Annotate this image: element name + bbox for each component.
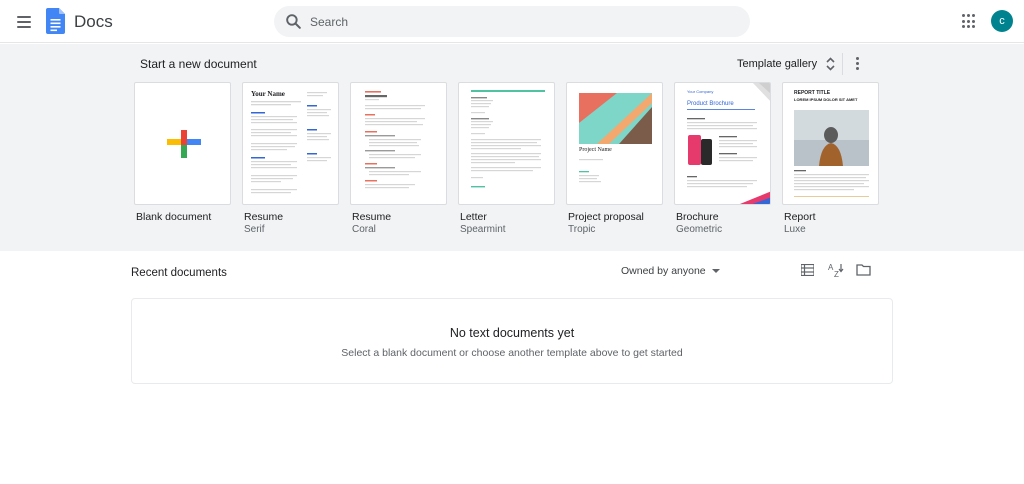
empty-state-subtitle: Select a blank document or choose anothe… xyxy=(341,347,683,359)
docs-logo-icon[interactable] xyxy=(46,8,65,34)
thumb-heading: Product Brochure xyxy=(687,101,734,107)
avatar[interactable]: c xyxy=(991,10,1013,32)
divider xyxy=(842,53,843,75)
app-title[interactable]: Docs xyxy=(74,12,113,32)
template-gallery-label: Template gallery xyxy=(737,58,818,70)
thumb-heading: Project Name xyxy=(579,147,612,153)
caret-down-icon xyxy=(711,269,720,273)
template-thumbnail[interactable] xyxy=(350,82,447,205)
template-name: Resume xyxy=(352,211,392,223)
unfold-icon xyxy=(826,57,835,71)
hamburger-icon[interactable] xyxy=(12,10,36,34)
apps-grid-icon[interactable] xyxy=(962,14,977,29)
template-name: Report xyxy=(784,211,816,223)
sort-az-icon[interactable]: A Z xyxy=(828,262,844,278)
owner-filter-label: Owned by anyone xyxy=(621,265,706,277)
template-name: Resume xyxy=(244,211,284,223)
template-thumbnail[interactable]: Your Company Product Brochure xyxy=(674,82,771,205)
svg-text:Z: Z xyxy=(834,270,839,278)
template-thumbnail[interactable]: Your Name xyxy=(242,82,339,205)
owner-filter-dropdown[interactable]: Owned by anyone xyxy=(621,264,720,278)
template-name: Blank document xyxy=(136,211,212,223)
recent-documents-title: Recent documents xyxy=(131,267,227,279)
template-subtitle: Spearmint xyxy=(460,224,506,235)
folder-icon[interactable] xyxy=(856,264,871,276)
template-thumbnail[interactable] xyxy=(134,82,231,205)
empty-state-card: No text documents yet Select a blank doc… xyxy=(131,298,893,384)
template-subtitle: Luxe xyxy=(784,224,806,235)
thumb-company: Your Company xyxy=(687,89,714,94)
search-bar[interactable] xyxy=(274,6,750,37)
template-gallery-button[interactable]: Template gallery xyxy=(737,55,835,73)
top-bar: Docs c xyxy=(0,0,1024,43)
template-subtitle: Tropic xyxy=(568,224,596,235)
search-icon[interactable] xyxy=(284,12,303,31)
template-subtitle: Coral xyxy=(352,224,376,235)
section-title: Start a new document xyxy=(140,57,257,71)
template-section: Start a new document Template gallery Bl… xyxy=(0,44,1024,251)
template-subtitle: Serif xyxy=(244,224,265,235)
template-name: Brochure xyxy=(676,211,719,223)
thumb-subheading: LOREM IPSUM DOLOR SIT AMET xyxy=(794,97,858,102)
plus-icon xyxy=(167,130,201,158)
template-thumbnail[interactable] xyxy=(458,82,555,205)
more-vert-icon[interactable] xyxy=(852,55,862,71)
template-name: Project proposal xyxy=(568,211,644,223)
thumb-heading: Your Name xyxy=(251,90,285,98)
template-subtitle: Geometric xyxy=(676,224,723,235)
thumb-heading: REPORT TITLE xyxy=(794,90,831,96)
template-name: Letter xyxy=(460,211,487,223)
list-view-icon[interactable] xyxy=(801,264,814,276)
template-thumbnail[interactable]: Project Name xyxy=(566,82,663,205)
template-thumbnail[interactable]: REPORT TITLE LOREM IPSUM DOLOR SIT AMET xyxy=(782,82,879,205)
empty-state-title: No text documents yet xyxy=(449,326,575,340)
search-input[interactable] xyxy=(310,6,730,37)
